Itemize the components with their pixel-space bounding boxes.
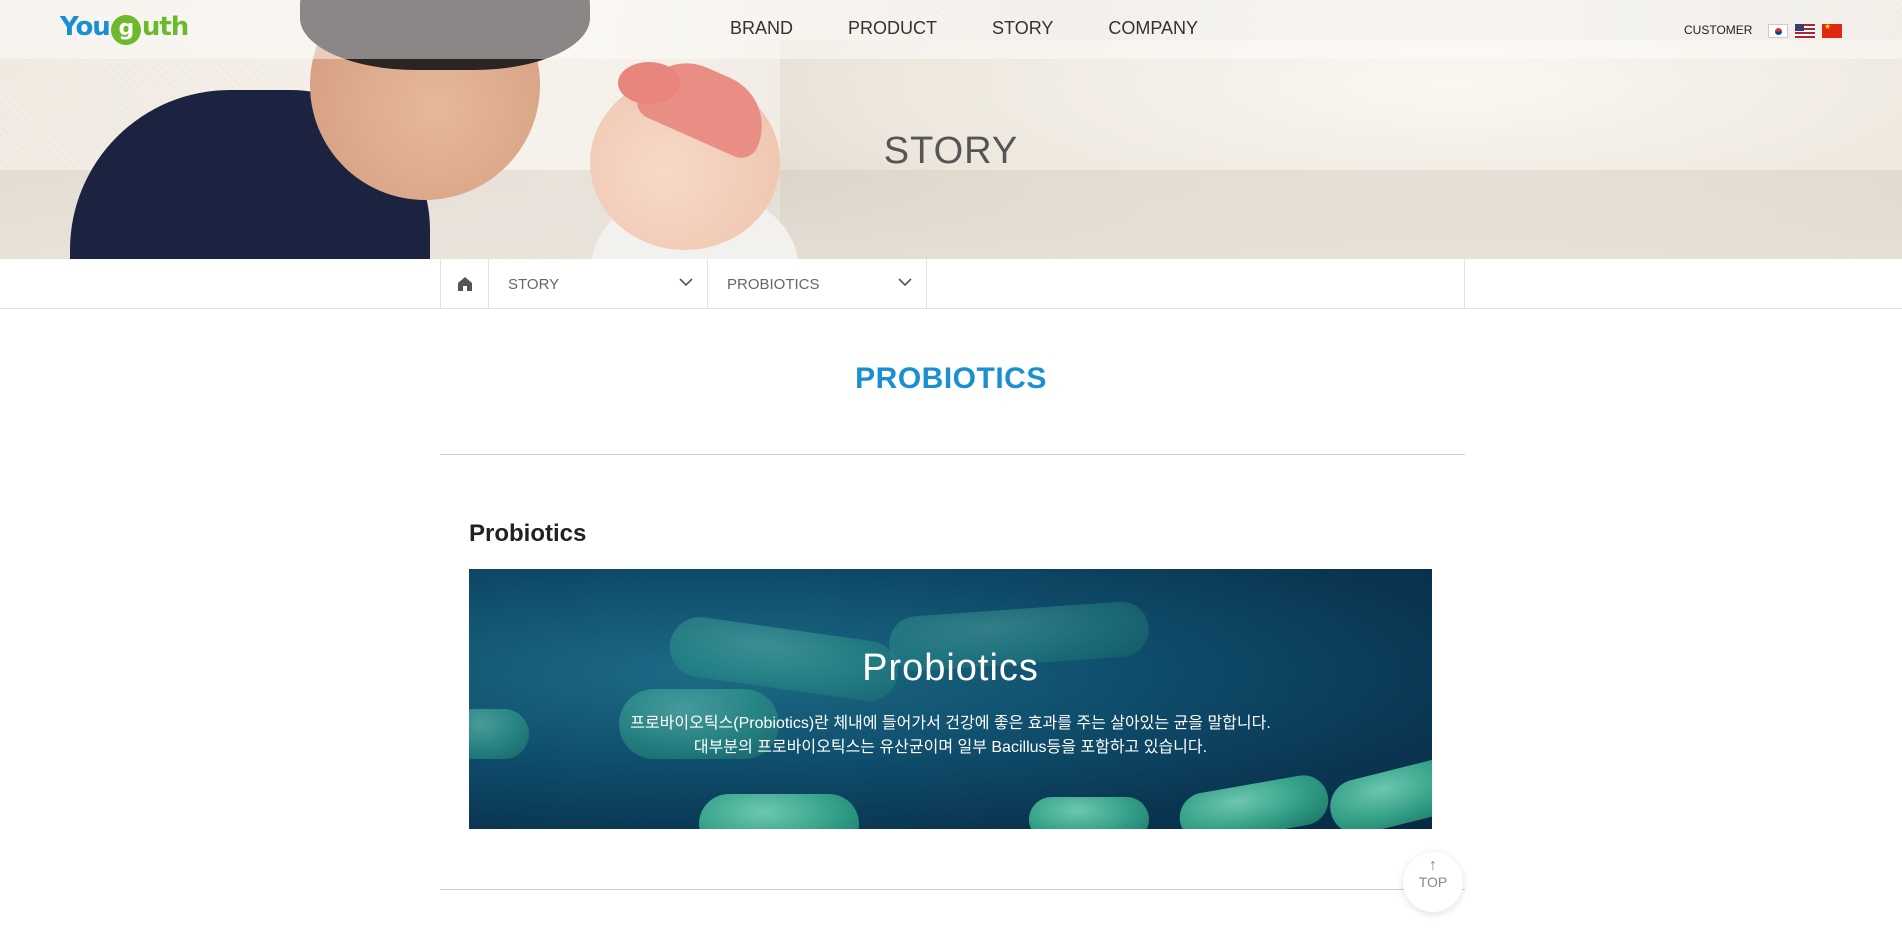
scroll-top-button[interactable]: ↑ TOP <box>1403 852 1463 912</box>
cn-flag-icon[interactable] <box>1822 22 1842 38</box>
nav-story[interactable]: STORY <box>992 18 1053 39</box>
us-flag-icon[interactable] <box>1795 24 1815 38</box>
customer-link[interactable]: CUSTOMER <box>1684 23 1752 37</box>
page-title: PROBIOTICS <box>855 362 1047 395</box>
arrow-up-icon: ↑ <box>1429 857 1437 874</box>
chevron-down-icon <box>898 278 912 287</box>
breadcrumb-home[interactable] <box>441 259 489 309</box>
main-nav: BRAND PRODUCT STORY COMPANY <box>730 18 1198 39</box>
section-heading: Probiotics <box>469 520 587 547</box>
home-icon <box>457 277 472 291</box>
breadcrumb-label: PROBIOTICS <box>727 275 820 293</box>
banner-text-line1: 프로바이오틱스(Probiotics)란 체내에 들어가서 건강에 좋은 효과를… <box>630 715 1271 732</box>
kr-flag-icon[interactable] <box>1768 24 1788 38</box>
banner-title: Probiotics <box>862 647 1039 689</box>
breadcrumb-select-probiotics[interactable]: PROBIOTICS <box>708 259 927 309</box>
hero-title: STORY <box>883 130 1019 172</box>
breadcrumb: STORY PROBIOTICS <box>440 259 1465 309</box>
divider <box>440 889 1465 890</box>
breadcrumb-bar: STORY PROBIOTICS <box>0 259 1902 309</box>
banner-text-line2: 대부분의 프로바이오틱스는 유산균이며 일부 Bacillus등을 포함하고 있… <box>693 739 1208 756</box>
breadcrumb-label: STORY <box>508 275 560 293</box>
divider <box>440 454 1465 455</box>
nav-product[interactable]: PRODUCT <box>848 18 937 39</box>
nav-brand[interactable]: BRAND <box>730 18 793 39</box>
breadcrumb-select-story[interactable]: STORY <box>489 259 708 309</box>
chevron-down-icon <box>679 278 693 287</box>
probiotics-banner: Probiotics 프로바이오틱스(Probiotics)란 체내에 들어가서… <box>469 569 1432 829</box>
header: You g uth BRAND PRODUCT STORY COMPANY CUST… <box>0 0 1902 59</box>
logo[interactable]: You g uth <box>60 12 189 45</box>
nav-company[interactable]: COMPANY <box>1108 18 1198 39</box>
